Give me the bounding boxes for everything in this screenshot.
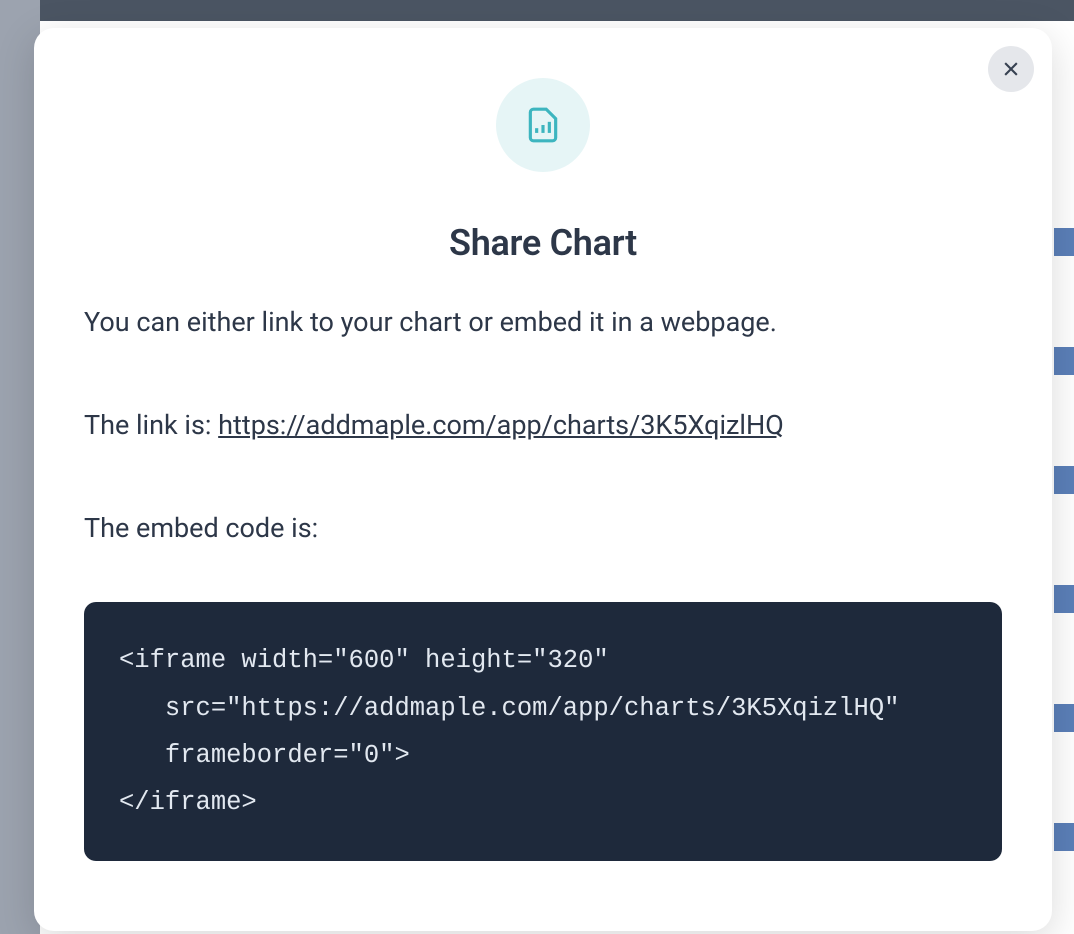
share-chart-modal: Share Chart You can either link to your … [34,28,1052,931]
chart-link[interactable]: https://addmaple.com/app/charts/3K5Xqizl… [218,409,784,441]
modal-description: You can either link to your chart or emb… [84,304,1002,342]
close-icon [1001,59,1021,79]
modal-link-row: The link is: https://addmaple.com/app/ch… [84,407,1002,445]
modal-title: Share Chart [84,222,1002,264]
embed-label: The embed code is: [84,510,1002,548]
modal-overlay[interactable]: Share Chart You can either link to your … [0,0,1074,934]
close-button[interactable] [988,46,1034,92]
embed-code-block[interactable]: <iframe width="600" height="320" src="ht… [84,602,1002,861]
chart-file-icon [524,106,562,144]
chart-icon-circle [496,78,590,172]
link-label: The link is: [84,409,218,441]
